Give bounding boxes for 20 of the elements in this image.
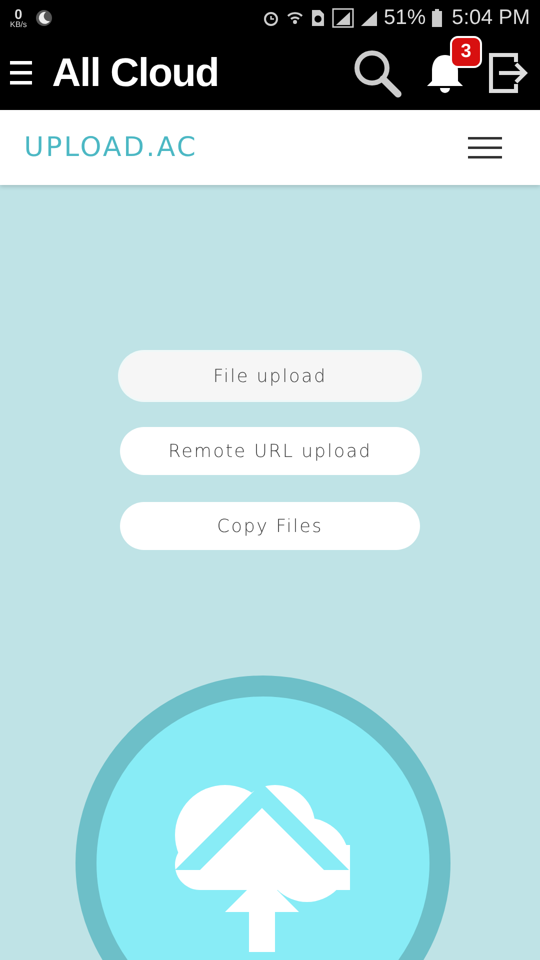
search-icon[interactable]: [352, 48, 402, 98]
exit-icon[interactable]: [488, 52, 530, 94]
signal-icon: [360, 9, 378, 27]
battery-percent: 51%: [384, 6, 426, 30]
menu-icon[interactable]: [468, 136, 502, 158]
app-title: All Cloud: [52, 50, 219, 96]
menu-icon[interactable]: [10, 60, 32, 86]
clock-time: 5:04 PM: [452, 6, 530, 30]
moon-icon: [34, 9, 53, 27]
sim-icon: [310, 9, 326, 27]
speed-value: 0: [14, 7, 22, 21]
speed-unit: KB/s: [10, 21, 27, 29]
notification-badge: 3: [450, 36, 482, 68]
battery-icon: [432, 9, 442, 27]
alarm-icon: [262, 9, 280, 27]
upload-option-button[interactable]: File upload: [120, 352, 420, 400]
upload-option-button[interactable]: Copy Files: [120, 502, 420, 550]
upload-option-button[interactable]: Remote URL upload: [120, 427, 420, 475]
signal-icon: [332, 8, 354, 28]
wifi-icon: [286, 9, 304, 27]
